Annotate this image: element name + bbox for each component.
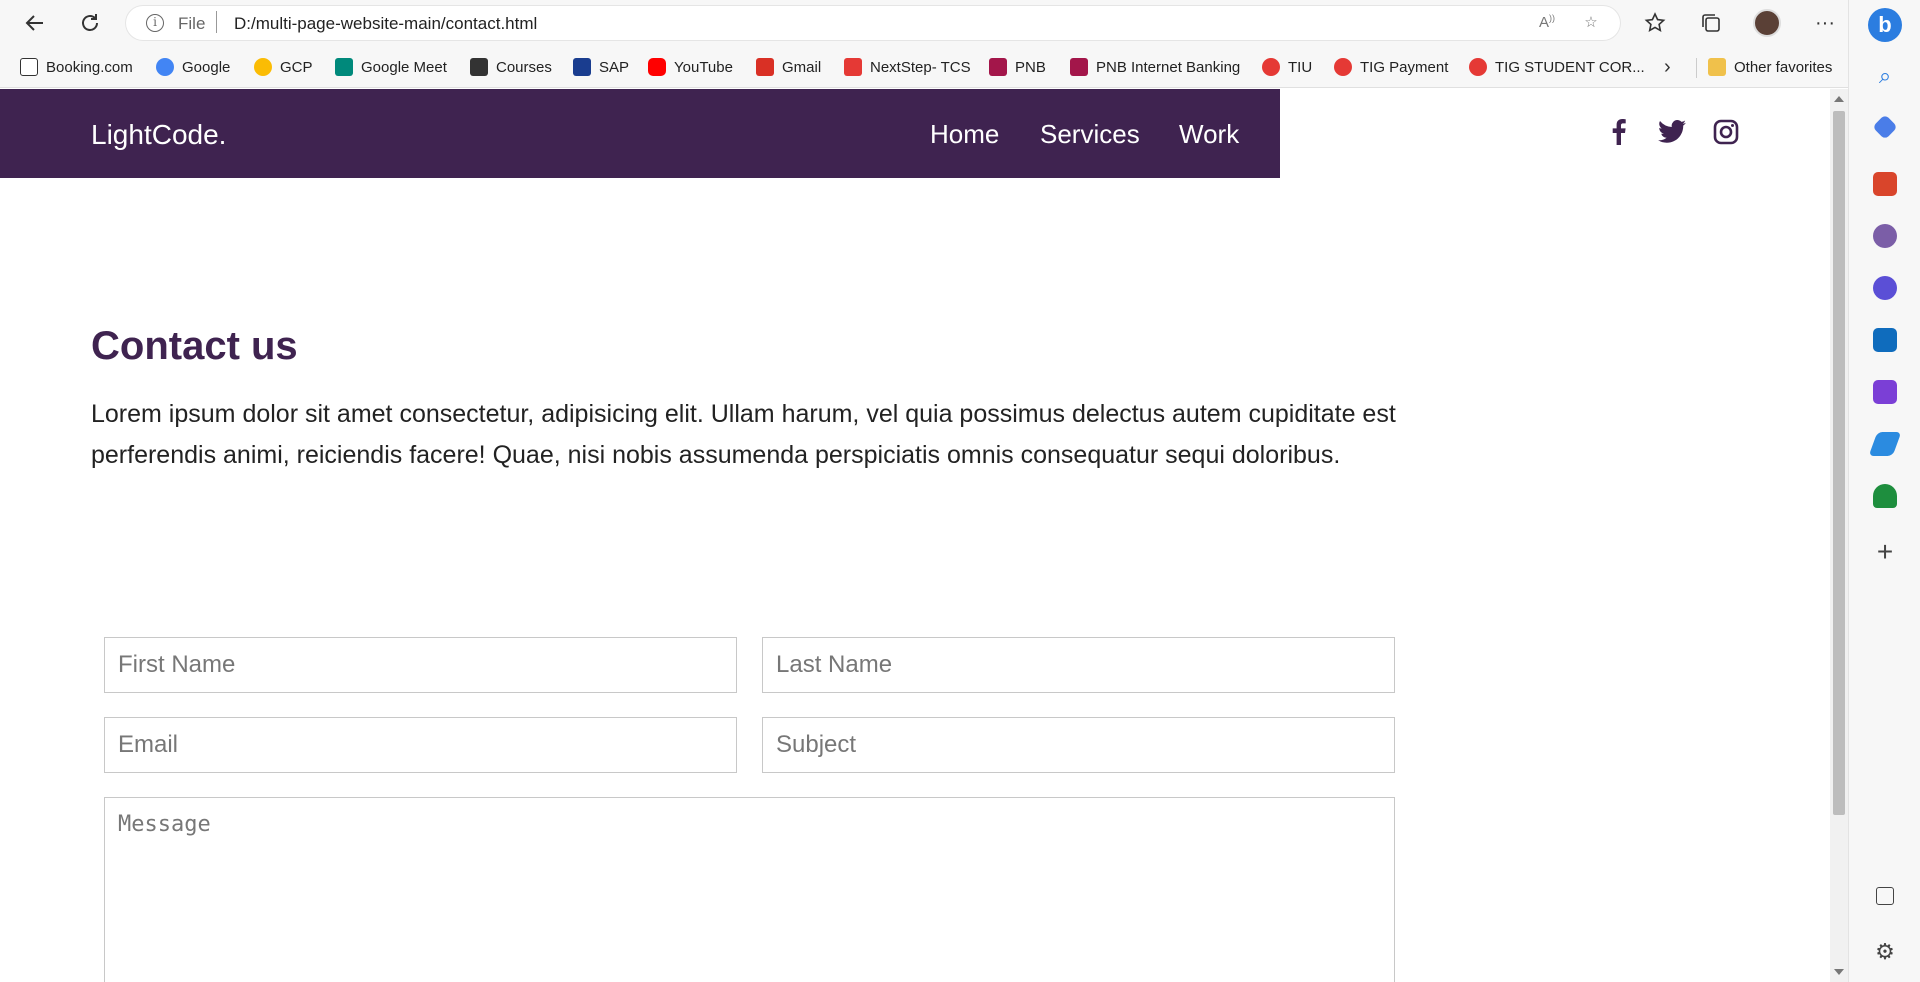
url-text[interactable]: D:/multi-page-website-main/contact.html bbox=[234, 14, 537, 34]
bookmark-gmail[interactable]: Gmail bbox=[756, 56, 821, 78]
tree-icon[interactable] bbox=[1873, 484, 1897, 508]
page-icon bbox=[20, 58, 38, 76]
web-page: LightCode. Home Services Work Contact us… bbox=[0, 89, 1830, 982]
nav-services[interactable]: Services bbox=[1040, 119, 1140, 150]
scroll-down-icon[interactable] bbox=[1834, 969, 1844, 975]
bookmark-google[interactable]: Google bbox=[156, 56, 230, 78]
youtube-icon bbox=[648, 58, 666, 76]
send-icon[interactable] bbox=[1868, 432, 1902, 456]
more-menu-icon[interactable]: ··· bbox=[1810, 8, 1840, 38]
bookmark-tig-student-corner[interactable]: TIG STUDENT COR... bbox=[1469, 56, 1645, 78]
bookmarks-bar: Booking.com Google GCP Google Meet Cours… bbox=[0, 46, 1848, 88]
tools-icon[interactable] bbox=[1873, 172, 1897, 196]
google-icon bbox=[156, 58, 174, 76]
tcs-icon bbox=[844, 58, 862, 76]
bookmark-tiu[interactable]: TIU bbox=[1262, 56, 1312, 78]
address-bar[interactable]: i File D:/multi-page-website-main/contac… bbox=[126, 6, 1620, 40]
site-logo[interactable]: LightCode. bbox=[91, 119, 226, 151]
gmail-icon bbox=[756, 58, 774, 76]
designer-icon[interactable] bbox=[1873, 380, 1897, 404]
chevron-right-icon[interactable]: › bbox=[1664, 56, 1671, 79]
outlook-icon[interactable] bbox=[1873, 328, 1897, 352]
bookmark-youtube[interactable]: YouTube bbox=[648, 56, 733, 78]
bookmark-tig-payment[interactable]: TIG Payment bbox=[1334, 56, 1448, 78]
bookmarks-divider bbox=[1696, 58, 1697, 78]
settings-gear-icon[interactable]: ⚙ bbox=[1873, 940, 1897, 964]
subject-field[interactable]: Subject bbox=[762, 717, 1395, 773]
bookmark-gcp[interactable]: GCP bbox=[254, 56, 313, 78]
search-icon[interactable]: ⌕ bbox=[1873, 64, 1897, 88]
favorites-icon[interactable] bbox=[1640, 8, 1670, 38]
pnb-icon bbox=[1070, 58, 1088, 76]
first-name-field[interactable]: First Name bbox=[104, 637, 737, 693]
twitter-icon[interactable] bbox=[1658, 119, 1686, 145]
tig-icon bbox=[1334, 58, 1352, 76]
courses-icon bbox=[470, 58, 488, 76]
site-navbar: LightCode. Home Services Work bbox=[0, 89, 1280, 178]
bookmark-sap[interactable]: SAP bbox=[573, 56, 629, 78]
facebook-icon[interactable] bbox=[1606, 119, 1632, 145]
browser-toolbar: i File D:/multi-page-website-main/contac… bbox=[0, 0, 1920, 46]
message-textarea[interactable]: Message bbox=[104, 797, 1395, 982]
pnb-icon bbox=[989, 58, 1007, 76]
tiu-icon bbox=[1262, 58, 1280, 76]
refresh-icon[interactable] bbox=[75, 8, 105, 38]
email-field[interactable]: Email bbox=[104, 717, 737, 773]
address-separator bbox=[216, 11, 217, 33]
meet-icon bbox=[335, 58, 353, 76]
edge-sidebar: b ⌕ + ⚙ bbox=[1848, 0, 1920, 982]
back-icon[interactable] bbox=[20, 8, 50, 38]
instagram-icon[interactable] bbox=[1713, 119, 1739, 145]
scroll-up-icon[interactable] bbox=[1834, 96, 1844, 102]
other-favorites[interactable]: Other favorites bbox=[1708, 56, 1832, 78]
url-scheme: File bbox=[178, 14, 206, 33]
bookmark-nextstep-tcs[interactable]: NextStep- TCS bbox=[844, 56, 971, 78]
bookmark-google-meet[interactable]: Google Meet bbox=[335, 56, 447, 78]
read-aloud-icon[interactable]: A)) bbox=[1536, 13, 1558, 35]
cloud-icon bbox=[254, 58, 272, 76]
bookmark-pnb[interactable]: PNB bbox=[989, 56, 1046, 78]
office-icon[interactable] bbox=[1873, 276, 1897, 300]
nav-home[interactable]: Home bbox=[930, 119, 999, 150]
nav-work[interactable]: Work bbox=[1179, 119, 1239, 150]
last-name-field[interactable]: Last Name bbox=[762, 637, 1395, 693]
page-title: Contact us bbox=[91, 324, 298, 368]
tig-icon bbox=[1469, 58, 1487, 76]
scrollbar-thumb[interactable] bbox=[1833, 111, 1845, 815]
profile-avatar[interactable] bbox=[1752, 8, 1782, 38]
bookmark-courses[interactable]: Courses bbox=[470, 56, 552, 78]
add-icon[interactable]: + bbox=[1873, 538, 1897, 566]
games-icon[interactable] bbox=[1873, 224, 1897, 248]
add-favorite-icon[interactable]: ☆ bbox=[1580, 13, 1602, 35]
bing-icon[interactable]: b bbox=[1868, 8, 1902, 42]
bookmark-booking[interactable]: Booking.com bbox=[20, 56, 133, 78]
shopping-icon[interactable] bbox=[1872, 114, 1898, 140]
info-icon[interactable]: i bbox=[146, 14, 164, 32]
folder-icon bbox=[1708, 58, 1726, 76]
contact-description: Lorem ipsum dolor sit amet consectetur, … bbox=[91, 400, 1396, 469]
collections-icon[interactable] bbox=[1696, 8, 1726, 38]
bookmark-pnb-internet-banking[interactable]: PNB Internet Banking bbox=[1070, 56, 1240, 78]
page-scrollbar[interactable] bbox=[1830, 89, 1848, 982]
sidebar-panel-icon[interactable] bbox=[1876, 887, 1894, 905]
sap-icon bbox=[573, 58, 591, 76]
